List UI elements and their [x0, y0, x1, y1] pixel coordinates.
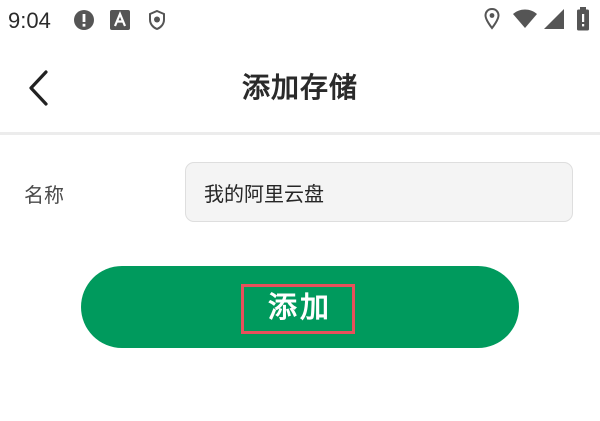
status-time: 9:04 — [8, 8, 51, 33]
page-title: 添加存储 — [241, 71, 358, 104]
header-divider — [0, 132, 600, 135]
battery-icon — [577, 7, 589, 31]
name-label: 名称 — [24, 183, 64, 207]
add-button-label: 添加 — [267, 290, 332, 324]
status-bar: 9:04 — [0, 0, 600, 42]
signal-icon — [544, 9, 564, 29]
app-a-icon — [110, 10, 130, 30]
location-icon — [484, 8, 500, 30]
add-button[interactable]: 添加 — [81, 266, 519, 348]
name-input[interactable] — [185, 162, 573, 222]
wifi-icon — [513, 9, 537, 28]
app-bar: 添加存储 — [0, 42, 600, 132]
alert-icon — [74, 10, 94, 30]
shield-icon — [149, 10, 165, 30]
